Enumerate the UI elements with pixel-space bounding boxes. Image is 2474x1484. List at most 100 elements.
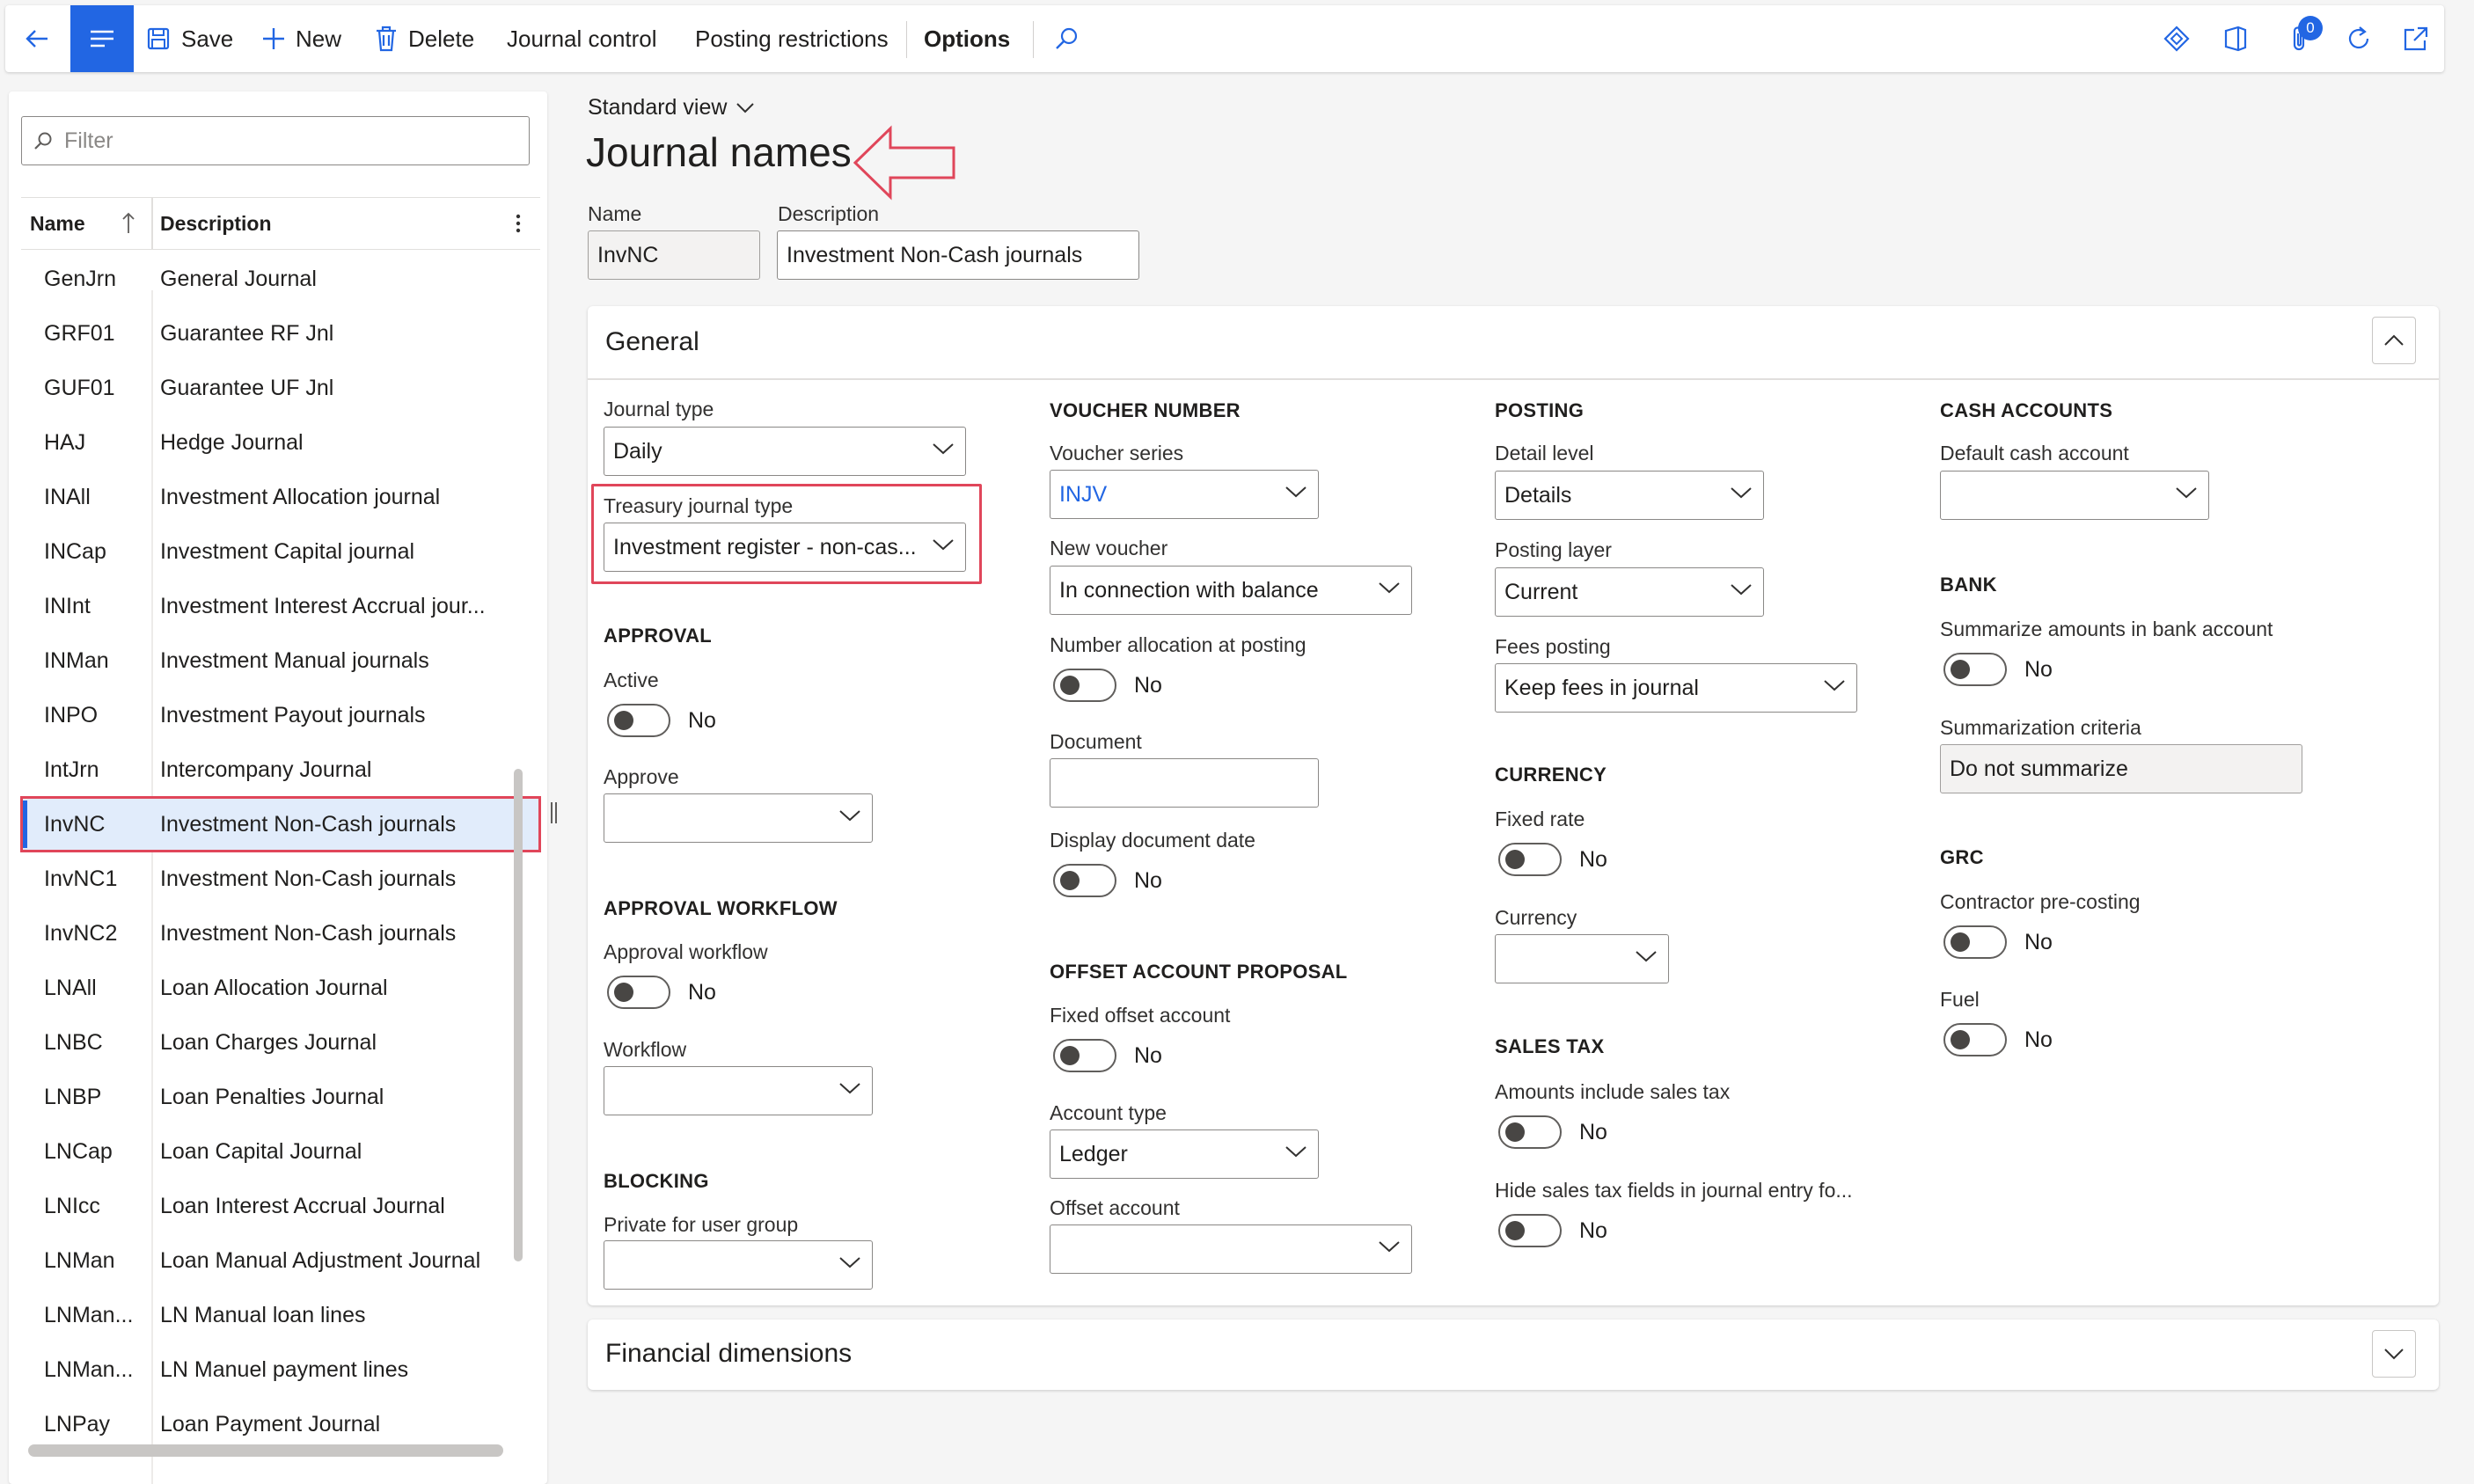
table-row[interactable]: LNMan... LN Manual loan lines — [21, 1288, 540, 1342]
fees-posting-dropdown[interactable]: Keep fees in journal — [1495, 663, 1857, 713]
contractor-pre-costing-toggle[interactable]: No — [1943, 925, 2053, 959]
save-button[interactable]: Save — [146, 5, 233, 72]
currency-dropdown[interactable] — [1495, 934, 1669, 983]
toggle-switch[interactable] — [1943, 1023, 2007, 1056]
pane-splitter[interactable] — [547, 802, 560, 829]
summarize-amounts-toggle[interactable]: No — [1943, 653, 2053, 686]
table-row[interactable]: GUF01 Guarantee UF Jnl — [21, 361, 540, 415]
table-row[interactable]: INCap Investment Capital journal — [21, 524, 540, 579]
toggle-switch[interactable] — [1498, 1214, 1562, 1247]
table-row[interactable]: LNBC Loan Charges Journal — [21, 1015, 540, 1070]
toggle-switch[interactable] — [1498, 1115, 1562, 1149]
new-voucher-dropdown[interactable]: In connection with balance — [1050, 566, 1412, 615]
posting-restrictions-button[interactable]: Posting restrictions — [695, 5, 889, 72]
financial-dimensions-title[interactable]: Financial dimensions — [605, 1339, 852, 1369]
toggle-switch[interactable] — [1053, 1039, 1116, 1072]
save-icon — [147, 27, 170, 50]
approval-workflow-toggle[interactable]: No — [607, 976, 716, 1009]
voucher-series-dropdown[interactable]: INJV — [1050, 470, 1319, 519]
new-button[interactable]: New — [260, 5, 341, 72]
table-row[interactable]: IntJrn Intercompany Journal — [21, 742, 540, 797]
table-row[interactable]: LNAll Loan Allocation Journal — [21, 961, 540, 1015]
voucher-series-value[interactable]: INJV — [1059, 482, 1318, 508]
fuel-toggle[interactable]: No — [1943, 1023, 2053, 1056]
table-row[interactable]: HAJ Hedge Journal — [21, 415, 540, 470]
account-type-dropdown[interactable]: Ledger — [1050, 1129, 1319, 1179]
document-field[interactable] — [1050, 758, 1319, 808]
expand-financial-dimensions-button[interactable] — [2372, 1330, 2416, 1378]
description-field[interactable]: Investment Non-Cash journals — [777, 230, 1139, 280]
active-toggle[interactable]: No — [607, 704, 716, 737]
hide-sales-tax-fields-toggle[interactable]: No — [1498, 1214, 1607, 1247]
office-button[interactable] — [2222, 5, 2249, 72]
table-row[interactable]: LNIcc Loan Interest Accrual Journal — [21, 1179, 540, 1233]
table-row[interactable]: INInt Investment Interest Accrual jour... — [21, 579, 540, 633]
options-tab[interactable]: Options — [924, 5, 1010, 72]
table-row[interactable]: InvNC2 Investment Non-Cash journals — [21, 906, 540, 961]
sort-ascending-icon[interactable] — [120, 210, 137, 237]
power-apps-button[interactable] — [2163, 5, 2191, 72]
approval-workflow-value: No — [688, 979, 716, 1005]
search-icon — [1056, 27, 1078, 49]
row-name-cell: LNIcc — [44, 1193, 100, 1218]
display-document-date-toggle[interactable]: No — [1053, 864, 1162, 897]
vertical-scrollbar[interactable] — [514, 769, 523, 1261]
row-name-cell: LNMan... — [44, 1356, 134, 1382]
column-header-description[interactable]: Description — [160, 198, 272, 249]
back-button[interactable] — [21, 5, 53, 72]
more-options-icon[interactable] — [514, 210, 523, 237]
filter-box[interactable] — [21, 116, 530, 165]
table-row[interactable]: INMan Investment Manual journals — [21, 633, 540, 688]
table-row[interactable]: GenJrn General Journal — [21, 252, 540, 306]
table-row[interactable]: GRF01 Guarantee RF Jnl — [21, 306, 540, 361]
journal-control-button[interactable]: Journal control — [507, 5, 657, 72]
toggle-switch[interactable] — [607, 704, 670, 737]
table-row[interactable]: LNMan Loan Manual Adjustment Journal — [21, 1233, 540, 1288]
fixed-offset-account-toggle[interactable]: No — [1053, 1039, 1162, 1072]
private-for-user-group-dropdown[interactable] — [604, 1240, 873, 1290]
offset-account-dropdown[interactable] — [1050, 1224, 1412, 1274]
name-field[interactable]: InvNC — [588, 230, 760, 280]
filter-input[interactable] — [64, 128, 504, 154]
row-name-cell: LNMan — [44, 1247, 115, 1273]
table-row[interactable]: LNPay Loan Payment Journal — [21, 1397, 540, 1451]
number-allocation-toggle[interactable]: No — [1053, 669, 1162, 702]
default-cash-account-dropdown[interactable] — [1940, 471, 2209, 520]
toggle-switch[interactable] — [1053, 864, 1116, 897]
chevron-down-icon — [1379, 1241, 1400, 1253]
toggle-switch[interactable] — [607, 976, 670, 1009]
row-description-cell: Loan Penalties Journal — [160, 1084, 384, 1109]
toggle-switch[interactable] — [1943, 925, 2007, 959]
collapse-general-button[interactable] — [2372, 317, 2416, 364]
table-row[interactable]: LNCap Loan Capital Journal — [21, 1124, 540, 1179]
horizontal-scrollbar[interactable] — [28, 1444, 503, 1457]
table-row[interactable]: InvNC Investment Non-Cash journals — [20, 796, 541, 852]
approve-dropdown[interactable] — [604, 793, 873, 843]
table-row[interactable]: INAll Investment Allocation journal — [21, 470, 540, 524]
toggle-switch[interactable] — [1943, 653, 2007, 686]
open-in-new-window-button[interactable] — [2402, 5, 2430, 72]
view-selector[interactable]: Standard view — [588, 95, 755, 121]
table-row[interactable]: InvNC1 Investment Non-Cash journals — [21, 852, 540, 906]
table-row[interactable]: LNBP Loan Penalties Journal — [21, 1070, 540, 1124]
posting-restrictions-label: Posting restrictions — [695, 25, 889, 52]
workflow-dropdown[interactable] — [604, 1066, 873, 1115]
refresh-button[interactable] — [2344, 5, 2374, 72]
treasury-journal-type-dropdown[interactable]: Investment register - non-cas... — [604, 523, 966, 572]
search-button[interactable] — [1054, 5, 1080, 72]
amounts-include-sales-tax-toggle[interactable]: No — [1498, 1115, 1607, 1149]
toggle-switch[interactable] — [1053, 669, 1116, 702]
delete-button[interactable]: Delete — [375, 5, 474, 72]
page-title: Journal names — [586, 129, 852, 175]
table-row[interactable]: INPO Investment Payout journals — [21, 688, 540, 742]
table-row[interactable]: LNMan... LN Manuel payment lines — [21, 1342, 540, 1397]
journal-type-dropdown[interactable]: Daily — [604, 427, 966, 476]
fixed-rate-toggle[interactable]: No — [1498, 843, 1607, 876]
posting-layer-dropdown[interactable]: Current — [1495, 567, 1764, 617]
action-pane-toggle[interactable] — [70, 5, 134, 72]
detail-level-dropdown[interactable]: Details — [1495, 471, 1764, 520]
summarization-criteria-field[interactable]: Do not summarize — [1940, 744, 2302, 793]
toggle-switch[interactable] — [1498, 843, 1562, 876]
general-title[interactable]: General — [605, 327, 699, 357]
column-header-name[interactable]: Name — [30, 198, 85, 249]
